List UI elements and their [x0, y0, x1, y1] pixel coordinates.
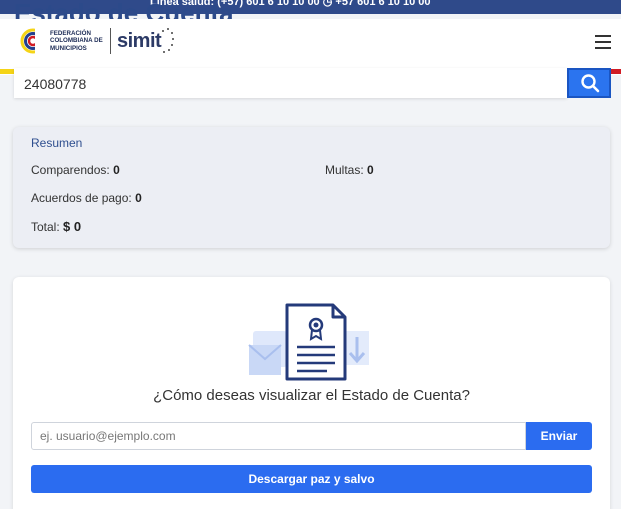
account-statement-card: ¿Cómo deseas visualizar el Estado de Cue… — [13, 277, 610, 509]
total-value: $ 0 — [63, 219, 82, 234]
acuerdos-value: 0 — [135, 191, 142, 205]
search-icon — [581, 74, 600, 93]
logo-divider — [110, 28, 111, 54]
comparendos-stat: Comparendos: 0 — [31, 163, 120, 177]
site-header: FEDERACIÓN COLOMBIANA DE MUNICIPIOS simi… — [0, 19, 621, 75]
email-field[interactable] — [31, 422, 526, 450]
search-bar — [14, 68, 611, 98]
acuerdos-label: Acuerdos de pago: — [31, 191, 132, 205]
federation-logo[interactable]: FEDERACIÓN COLOMBIANA DE MUNICIPIOS simi… — [20, 27, 175, 55]
statement-question: ¿Cómo deseas visualizar el Estado de Cue… — [153, 387, 470, 404]
total-stat: Total: $ 0 — [31, 219, 81, 234]
multas-stat: Multas: 0 — [325, 163, 374, 177]
multas-value: 0 — [367, 163, 374, 177]
email-form: Enviar — [31, 422, 592, 450]
federation-name: FEDERACIÓN COLOMBIANA DE MUNICIPIOS — [50, 30, 103, 52]
comparendos-label: Comparendos: — [31, 163, 110, 177]
send-button[interactable]: Enviar — [526, 422, 592, 450]
hamburger-menu-icon[interactable] — [595, 35, 611, 49]
simit-dots-icon — [162, 28, 175, 53]
search-input[interactable] — [14, 68, 567, 98]
comparendos-value: 0 — [113, 163, 120, 177]
acuerdos-stat: Acuerdos de pago: 0 — [31, 191, 142, 205]
search-button[interactable] — [567, 68, 611, 98]
summary-panel: Resumen Comparendos: 0 Multas: 0 Acuerdo… — [13, 127, 610, 248]
summary-heading: Resumen — [31, 136, 83, 150]
simit-wordmark: simit — [117, 29, 162, 52]
download-paz-y-salvo-button[interactable]: Descargar paz y salvo — [31, 465, 592, 493]
certificate-document-icon — [248, 303, 369, 381]
multas-label: Multas: — [325, 163, 364, 177]
total-label: Total: — [31, 220, 60, 234]
federation-logo-icon — [20, 28, 46, 54]
